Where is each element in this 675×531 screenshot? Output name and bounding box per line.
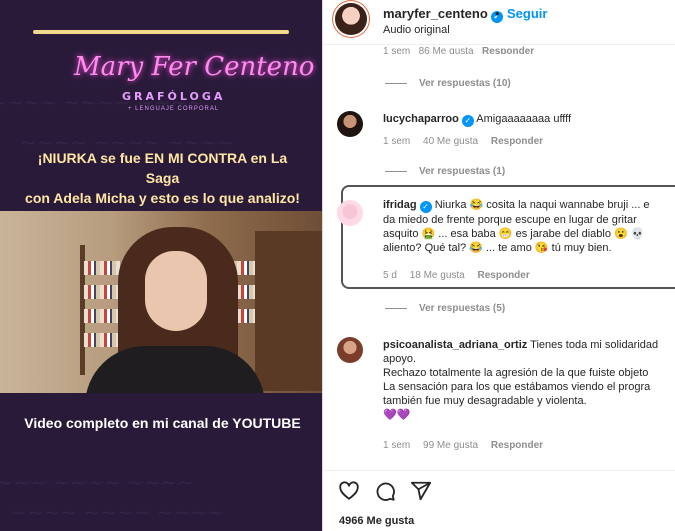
comment-body: da miedo de frente porque escupe en luga… bbox=[383, 214, 637, 226]
person-face bbox=[145, 251, 207, 331]
comment-body: Niurka 😂 cosita la naqui wannabe bruji .… bbox=[434, 199, 650, 211]
background-pattern: ~~~~ ~~~~ ~~~~ bbox=[0, 470, 194, 494]
books bbox=[84, 333, 120, 347]
separator-dot: • bbox=[495, 6, 500, 21]
comment-meta: 1 sem 40 Me gusta Responder bbox=[383, 136, 553, 147]
comment-icon[interactable] bbox=[374, 480, 396, 502]
comment-body: asquito 🤮 ... esa baba 😁 es jarabe del d… bbox=[383, 228, 645, 240]
comment-body: 💜💜 bbox=[383, 409, 411, 421]
books bbox=[84, 285, 120, 299]
view-replies-label[interactable]: Ver respuestas (5) bbox=[419, 303, 505, 314]
comment-username[interactable]: psicoanalista_adriana_ortiz bbox=[383, 339, 527, 351]
replies-line bbox=[385, 170, 407, 172]
post-panel: maryfer_centeno ✓ • Seguir Audio original… bbox=[322, 0, 675, 531]
comment-body: Amigaaaaaaaa uffff bbox=[476, 113, 572, 125]
person-body bbox=[85, 346, 265, 393]
video-cta: Video completo en mi canal de YOUTUBE bbox=[24, 415, 301, 431]
post-author[interactable]: maryfer_centeno ✓ bbox=[383, 6, 503, 23]
reply-button[interactable]: Responder bbox=[482, 46, 534, 54]
comment-time: 1 sem bbox=[383, 46, 411, 54]
reply-button[interactable]: Responder bbox=[491, 440, 543, 451]
comment-meta-partial: 1 sem 86 Me gusta Responder bbox=[383, 46, 534, 54]
wood-panel bbox=[255, 231, 322, 391]
view-replies-button[interactable]: Ver respuestas (10) bbox=[385, 78, 511, 89]
brand-logo: Mary Fer Centeno GRAFÓLOGA + LENGUAJE CO… bbox=[74, 52, 314, 122]
comment-likes[interactable]: 18 Me gusta bbox=[410, 270, 465, 281]
video-frame bbox=[0, 211, 322, 393]
comment-username[interactable]: lucychaparroo bbox=[383, 113, 459, 125]
background-pattern: ~~~~ ~~~~ ~~~~ bbox=[10, 500, 224, 524]
avatar[interactable] bbox=[337, 337, 363, 363]
comment-time: 1 sem bbox=[383, 136, 411, 147]
comment-likes[interactable]: 40 Me gusta bbox=[423, 136, 478, 147]
comment-time: 5 d bbox=[383, 270, 397, 281]
reply-button[interactable]: Responder bbox=[491, 136, 543, 147]
view-replies-button[interactable]: Ver respuestas (1) bbox=[385, 166, 505, 177]
reel-video[interactable]: ~~~~ ~~~~ ~~~~ ~~~~ ~~~~ ~~~~ ~~~~ ~~~~ … bbox=[0, 0, 322, 531]
video-headline: ¡NIURKA se fue EN MI CONTRA en La Saga c… bbox=[20, 148, 305, 208]
divider bbox=[323, 470, 675, 471]
headline-line: ¡NIURKA se fue EN MI CONTRA en La Saga bbox=[37, 150, 288, 186]
avatar[interactable] bbox=[337, 111, 363, 137]
follow-button[interactable]: Seguir bbox=[507, 6, 547, 21]
comment-username[interactable]: ifridag bbox=[383, 199, 417, 211]
progress-bar bbox=[33, 30, 289, 34]
comment-meta: 5 d 18 Me gusta Responder bbox=[383, 270, 540, 281]
replies-line bbox=[385, 82, 407, 84]
heart-icon[interactable] bbox=[338, 480, 360, 502]
reply-button[interactable]: Responder bbox=[478, 270, 530, 281]
headline-line: con Adela Micha y esto es lo que analizo… bbox=[25, 190, 300, 206]
share-icon[interactable] bbox=[410, 480, 432, 502]
comment-likes[interactable]: 86 Me gusta bbox=[419, 46, 474, 54]
books bbox=[84, 261, 120, 275]
audio-link[interactable]: Audio original bbox=[383, 24, 450, 36]
avatar[interactable] bbox=[337, 200, 363, 226]
divider bbox=[323, 44, 675, 45]
comment-body: Rechazo totalmente la agresión de la que… bbox=[383, 367, 649, 379]
comment-meta: 1 sem 99 Me gusta Responder bbox=[383, 440, 553, 451]
logo-title: GRAFÓLOGA bbox=[122, 90, 226, 103]
books bbox=[84, 309, 120, 323]
comment-text: ifridag ✓ Niurka 😂 cosita la naqui wannab… bbox=[383, 198, 673, 255]
view-replies-label[interactable]: Ver respuestas (1) bbox=[419, 166, 505, 177]
verified-icon: ✓ bbox=[419, 201, 432, 213]
comment-time: 1 sem bbox=[383, 440, 411, 451]
view-replies-label[interactable]: Ver respuestas (10) bbox=[419, 78, 511, 89]
replies-line bbox=[385, 307, 407, 309]
logo-subtitle: + LENGUAJE CORPORAL bbox=[128, 106, 220, 112]
author-username[interactable]: maryfer_centeno bbox=[383, 6, 488, 21]
post-header: maryfer_centeno ✓ • Seguir Audio original bbox=[323, 0, 675, 44]
comment-body: también fue muy desagradable y violenta. bbox=[383, 395, 587, 407]
comment-body: apoyo. bbox=[383, 353, 417, 365]
comment-text: lucychaparroo ✓ Amigaaaaaaaa uffff bbox=[383, 112, 673, 127]
verified-icon: ✓ bbox=[461, 115, 474, 127]
logo-script: Mary Fer Centeno bbox=[74, 52, 315, 82]
comment-text: psicoanalista_adriana_ortiz Tienes toda … bbox=[383, 338, 673, 422]
comment-body: La sensación para los que estábamos vien… bbox=[383, 381, 651, 393]
comment-body: aliento? Qué tal? 😂 ... te amo 😘 tú muy … bbox=[383, 242, 612, 254]
view-replies-button[interactable]: Ver respuestas (5) bbox=[385, 303, 505, 314]
likes-count[interactable]: 4966 Me gusta bbox=[339, 515, 414, 527]
comment-body: Tienes toda mi solidaridad bbox=[530, 339, 659, 351]
comment-likes[interactable]: 99 Me gusta bbox=[423, 440, 478, 451]
avatar[interactable] bbox=[335, 3, 367, 35]
